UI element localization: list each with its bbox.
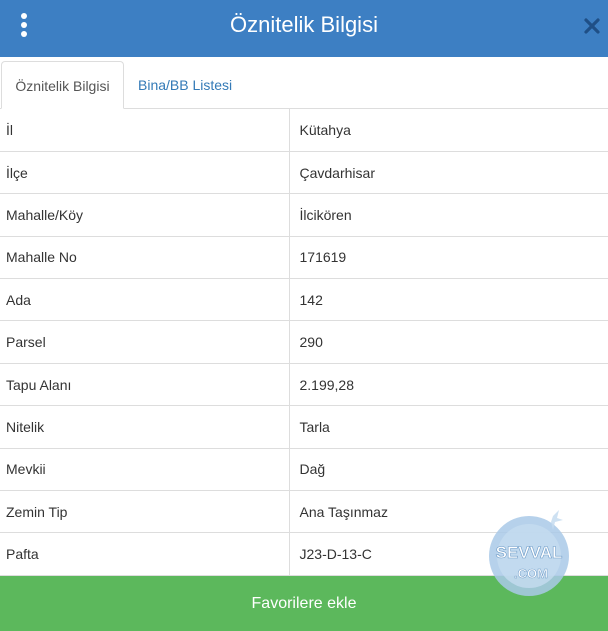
table-row: İlçe Çavdarhisar	[0, 151, 608, 194]
attribute-key: Mahalle No	[0, 236, 290, 279]
attribute-key: Nitelik	[0, 405, 290, 449]
table-row: Mahalle/Köy İlcikören	[0, 193, 608, 237]
attribute-key: Parsel	[0, 320, 290, 364]
table-row: Mevkii Dağ	[0, 448, 608, 491]
attribute-value: Ana Taşınmaz	[299, 503, 388, 520]
attribute-value: 290	[299, 334, 323, 351]
attribute-value: Kütahya	[299, 121, 351, 138]
attribute-value: Tarla	[299, 418, 330, 435]
attribute-key: Ada	[0, 278, 290, 321]
attribute-table: İl Kütahya İlçe Çavdarhisar Mahalle/Köy …	[0, 109, 608, 576]
table-row: Pafta J23-D-13-C	[0, 532, 608, 576]
attribute-key: İlçe	[0, 151, 290, 194]
table-row: Zemin Tip Ana Taşınmaz	[0, 490, 608, 533]
attribute-value: 142	[299, 291, 323, 308]
table-row: Nitelik Tarla	[0, 405, 608, 449]
attribute-key: Zemin Tip	[0, 490, 290, 533]
add-to-favorites-button[interactable]: Favorilere ekle	[0, 576, 608, 631]
tab-bina-bb-listesi[interactable]: Bina/BB Listesi	[126, 61, 244, 109]
tab-oznitelik-bilgisi[interactable]: Öznitelik Bilgisi	[1, 61, 124, 109]
attribute-key: Mahalle/Köy	[0, 193, 290, 237]
attribute-value: Çavdarhisar	[299, 164, 375, 181]
close-icon[interactable]	[582, 16, 602, 36]
attribute-value: 2.199,28	[299, 376, 355, 393]
table-row: Ada 142	[0, 278, 608, 321]
table-row: Mahalle No 171619	[0, 236, 608, 279]
attribute-value: 171619	[299, 249, 347, 266]
attribute-key: Tapu Alanı	[0, 363, 290, 406]
attribute-key: İl	[0, 109, 290, 152]
attribute-key: Pafta	[0, 532, 290, 576]
table-row: İl Kütahya	[0, 109, 608, 152]
table-row: Tapu Alanı 2.199,28	[0, 363, 608, 406]
attribute-value: İlcikören	[299, 206, 352, 223]
attribute-value: J23-D-13-C	[299, 546, 372, 563]
header-bar: Öznitelik Bilgisi	[0, 0, 608, 57]
attribute-value: Dağ	[299, 461, 326, 478]
tab-bar: Öznitelik Bilgisi Bina/BB Listesi	[0, 57, 608, 109]
table-row: Parsel 290	[0, 320, 608, 364]
attribute-key: Mevkii	[0, 448, 290, 491]
page-title: Öznitelik Bilgisi	[230, 12, 378, 37]
